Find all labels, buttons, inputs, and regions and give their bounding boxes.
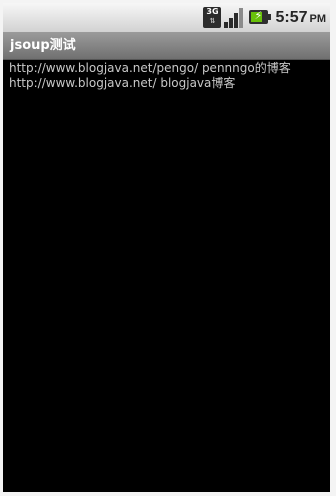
data-activity-arrows: ⇅	[209, 17, 216, 25]
network-3g-icon: 3G ⇅	[203, 7, 222, 28]
signal-bar	[239, 8, 244, 28]
app-title: jsoup测试	[10, 38, 76, 53]
battery-body: ⚡	[249, 9, 269, 24]
content-area: http://www.blogjava.net/pengo/ pennngo的博…	[9, 61, 327, 91]
clock-time: 5:57	[275, 8, 308, 26]
signal-bar	[234, 13, 239, 28]
status-clock: 5:57 PM	[275, 9, 326, 27]
signal-bar	[224, 22, 229, 28]
charging-bolt-icon: ⚡	[254, 9, 263, 22]
network-type-label: 3G	[206, 7, 219, 16]
battery-charging-icon: ⚡	[249, 7, 272, 28]
battery-terminal	[268, 14, 272, 20]
app-title-bar: jsoup测试	[3, 32, 330, 60]
signal-icon	[224, 7, 245, 28]
status-icons: 3G ⇅ ⚡ 5:57 PM	[203, 3, 330, 32]
status-bar: 3G ⇅ ⚡ 5:57 PM	[3, 3, 330, 32]
phone-screen: 3G ⇅ ⚡ 5:57 PM jsoup测试 http://www.blogja…	[3, 3, 330, 492]
list-item: http://www.blogjava.net/ blogjava博客	[9, 76, 236, 90]
list-item: http://www.blogjava.net/pengo/ pennngo的博…	[9, 61, 291, 75]
signal-bar	[229, 18, 234, 28]
clock-ampm: PM	[309, 12, 327, 25]
